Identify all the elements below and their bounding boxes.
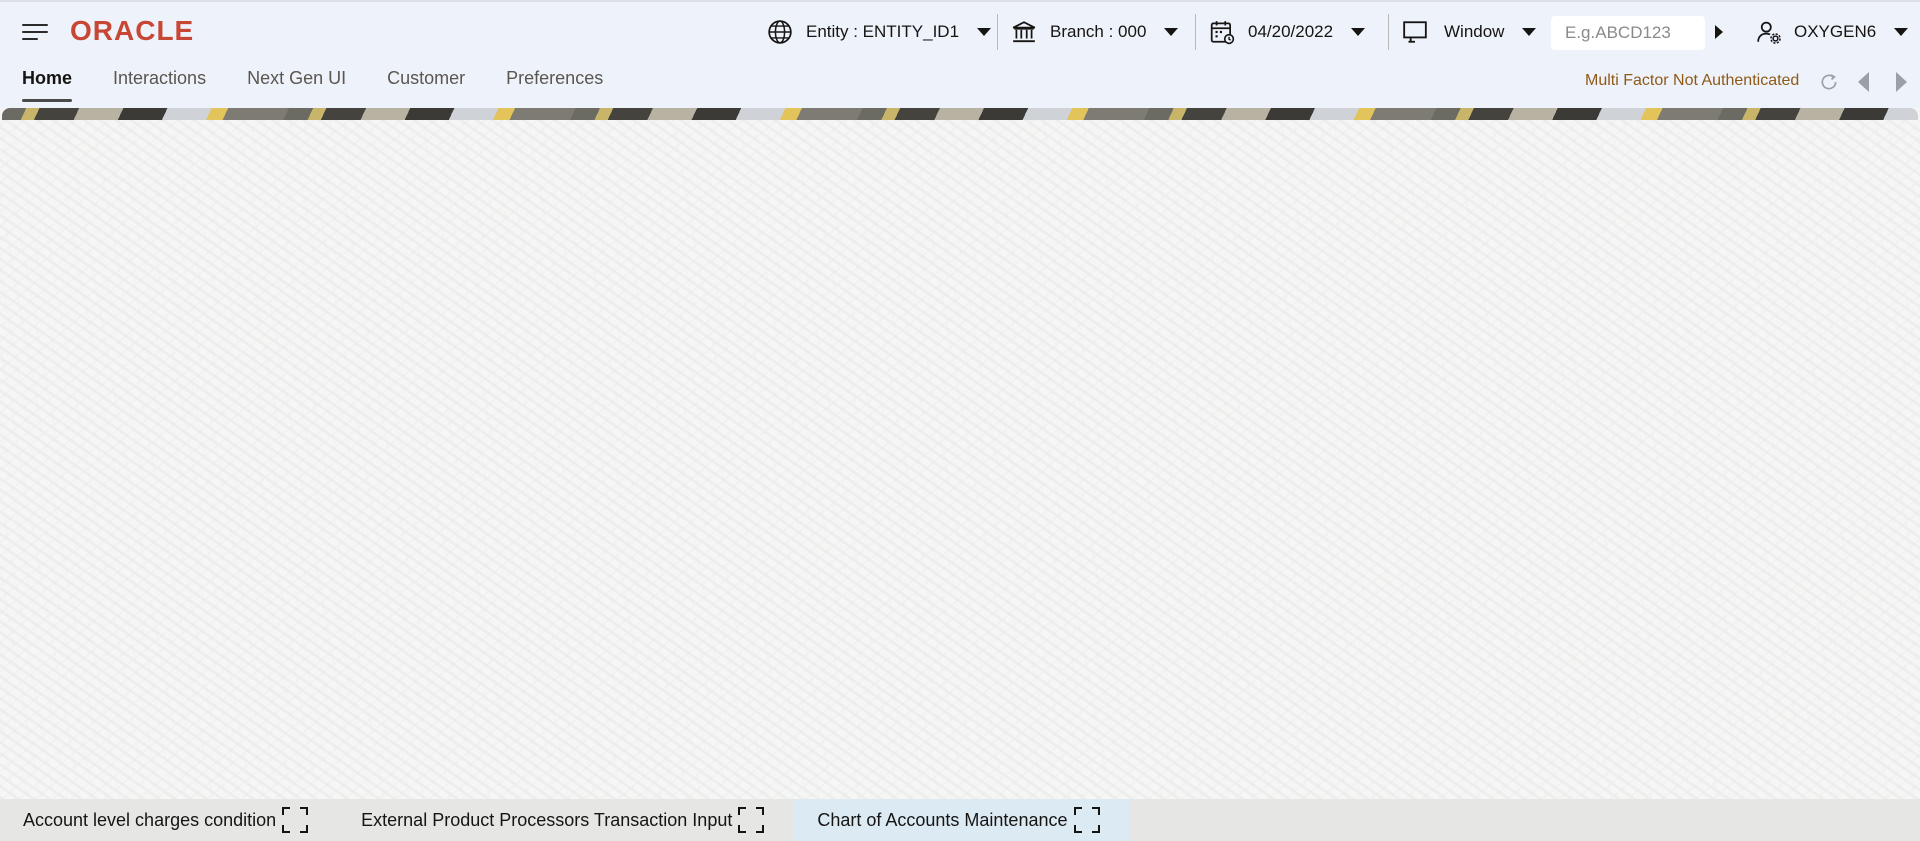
next-arrow-icon[interactable] xyxy=(1896,72,1907,92)
task-chart-of-accounts[interactable]: Chart of Accounts Maintenance xyxy=(794,799,1130,841)
tab-home[interactable]: Home xyxy=(22,68,73,104)
chevron-down-icon[interactable] xyxy=(1894,28,1909,36)
app-header: ORACLE Entity : ENTITY_ID1 Branch : 000 xyxy=(0,0,1920,108)
refresh-icon[interactable] xyxy=(1819,72,1839,92)
hamburger-menu-icon[interactable] xyxy=(22,22,48,42)
maximize-icon[interactable] xyxy=(282,807,309,833)
maximize-icon[interactable] xyxy=(738,807,765,833)
bank-icon xyxy=(1012,21,1036,43)
entity-label: Entity : ENTITY_ID1 xyxy=(806,22,960,41)
branch-selector[interactable]: Branch : 000 xyxy=(1011,16,1179,48)
user-label: OXYGEN6 xyxy=(1794,22,1877,41)
decorative-banner xyxy=(2,108,1918,120)
tab-next-gen-ui[interactable]: Next Gen UI xyxy=(247,68,346,104)
task-account-level-charges[interactable]: Account level charges condition xyxy=(0,799,338,841)
chevron-down-icon[interactable] xyxy=(1164,28,1179,36)
chevron-down-icon[interactable] xyxy=(1522,28,1537,36)
user-menu[interactable]: OXYGEN6 xyxy=(1756,16,1909,48)
chevron-down-icon[interactable] xyxy=(977,28,992,36)
chevron-down-icon[interactable] xyxy=(1351,28,1366,36)
dashboard-content xyxy=(0,120,1920,799)
tab-preferences[interactable]: Preferences xyxy=(506,68,603,104)
window-label: Window xyxy=(1444,22,1505,41)
divider xyxy=(997,14,998,50)
open-windows-taskbar: Account level charges condition External… xyxy=(0,799,1920,841)
task-external-product-processors[interactable]: External Product Processors Transaction … xyxy=(338,799,794,841)
date-label: 04/20/2022 xyxy=(1248,22,1334,41)
task-label: Account level charges condition xyxy=(23,809,277,830)
tab-customer[interactable]: Customer xyxy=(387,68,465,104)
tab-interactions[interactable]: Interactions xyxy=(113,68,206,104)
globe-icon xyxy=(768,20,792,44)
divider xyxy=(1388,14,1389,50)
previous-arrow-icon[interactable] xyxy=(1858,72,1869,92)
window-selector[interactable]: Window xyxy=(1402,16,1537,48)
date-selector[interactable]: 04/20/2022 xyxy=(1209,16,1366,48)
task-label: External Product Processors Transaction … xyxy=(361,809,733,830)
divider xyxy=(1195,14,1196,50)
search-box xyxy=(1551,16,1705,50)
user-settings-icon xyxy=(1757,21,1781,44)
monitor-icon xyxy=(1403,21,1427,43)
calendar-icon xyxy=(1210,21,1235,45)
task-label: Chart of Accounts Maintenance xyxy=(817,809,1068,830)
branch-label: Branch : 000 xyxy=(1050,22,1147,41)
oracle-logo: ORACLE xyxy=(70,15,195,46)
mfa-status: Multi Factor Not Authenticated xyxy=(1585,72,1800,89)
maximize-icon[interactable] xyxy=(1073,807,1100,833)
main-tabs: Home Interactions Next Gen UI Customer P… xyxy=(22,68,644,104)
search-input[interactable] xyxy=(1565,23,1705,43)
search-go-icon[interactable] xyxy=(1715,25,1723,39)
entity-selector[interactable]: Entity : ENTITY_ID1 xyxy=(767,16,992,48)
